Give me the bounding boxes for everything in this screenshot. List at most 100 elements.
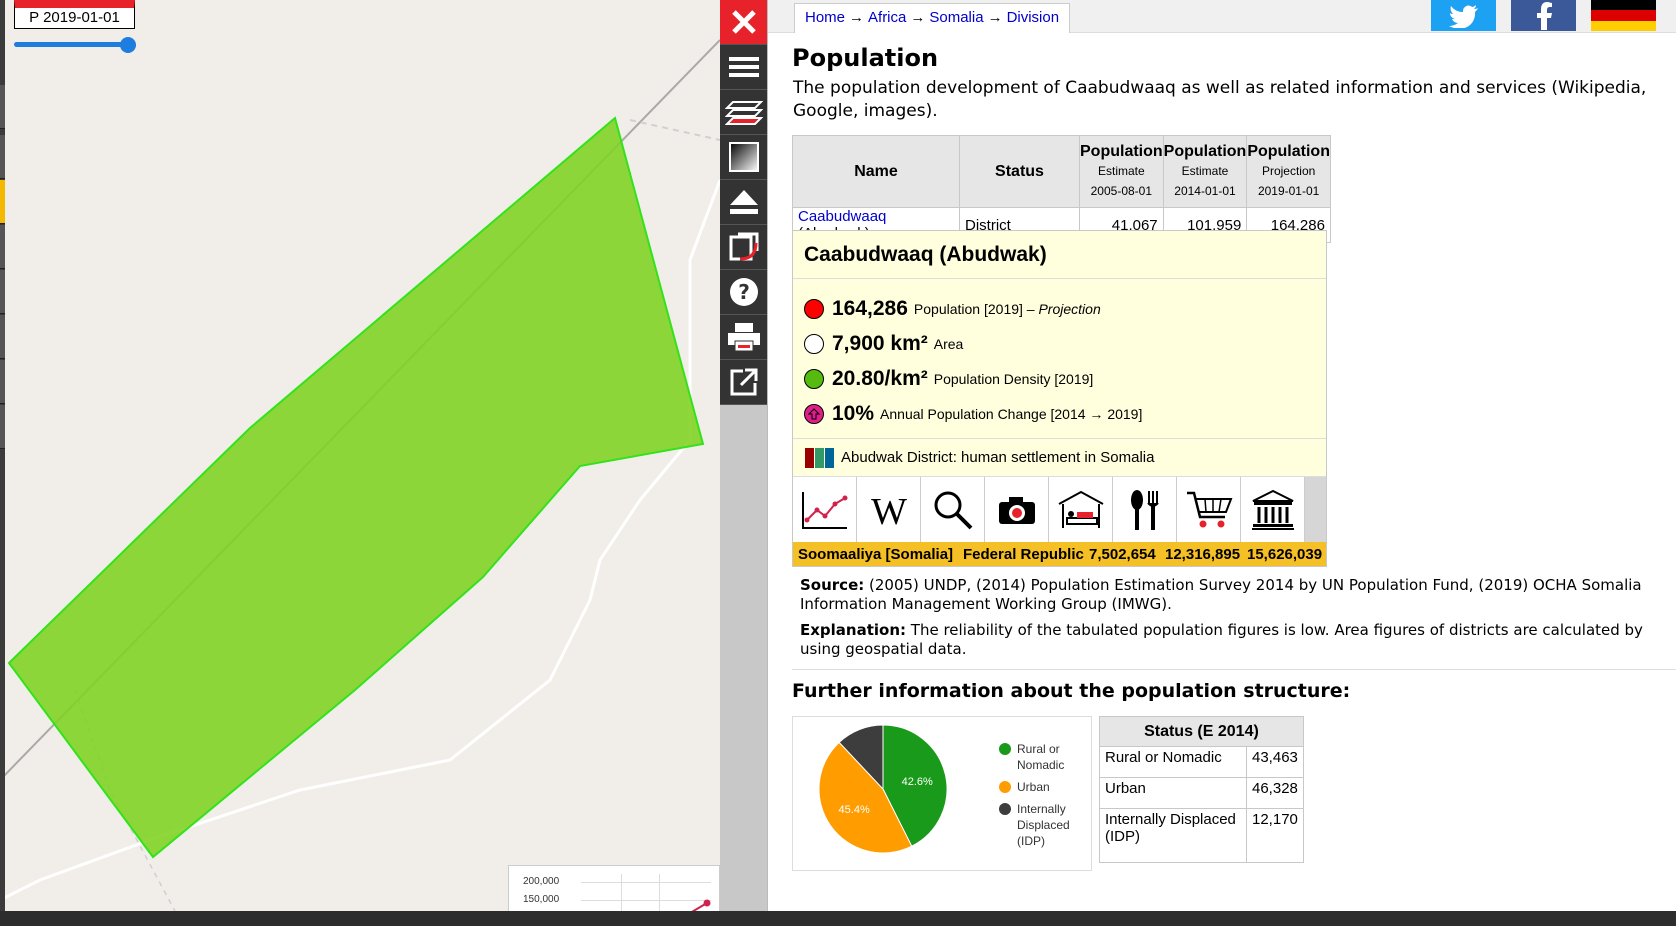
source-text: (2005) UNDP, (2014) Population Estimatio…	[800, 576, 1642, 613]
info-panel: Home → Africa → Somalia → Division Population …	[767, 0, 1676, 911]
page-intro: The population development of Caabudwaaq…	[793, 78, 1647, 121]
country-pop-2014: 12,316,895	[1165, 545, 1241, 563]
stat-label: Area	[933, 335, 964, 352]
close-button[interactable]	[720, 0, 767, 45]
layers-button[interactable]	[720, 90, 767, 135]
restaurants-link[interactable]	[1113, 477, 1177, 542]
google-search-link[interactable]	[921, 477, 985, 542]
legend-item[interactable]: Internally Displaced (IDP)	[999, 801, 1079, 849]
camera-icon	[998, 496, 1035, 524]
contrast-button[interactable]	[720, 135, 767, 180]
source-label: Source:	[800, 576, 865, 594]
border-line	[629, 119, 720, 141]
wikidata-description[interactable]: Abudwak District: human settlement in So…	[793, 439, 1326, 477]
eject-icon	[729, 190, 758, 214]
top-bar: Home → Africa → Somalia → Division	[768, 0, 1676, 33]
col-header-pop-2014: Population Estimate 2014-01-01	[1162, 135, 1248, 208]
stat-change: 10% Annual Population Change [2014 → 201…	[793, 396, 1326, 431]
legend-swatch	[999, 781, 1011, 793]
table-row: Urban 46,328	[1099, 777, 1304, 809]
svg-text:W: W	[871, 491, 907, 530]
chart-legend: Rural or Nomadic Urban Internally Displace…	[999, 741, 1079, 855]
edge-tab[interactable]	[0, 360, 5, 404]
country-pop-2005: 7,502,654	[1089, 545, 1156, 563]
district-link[interactable]: Caabudwaaq	[798, 208, 886, 225]
flag-stripe	[1591, 10, 1656, 21]
density-dot-icon	[804, 368, 824, 389]
breadcrumb-somalia[interactable]: Somalia	[929, 9, 983, 26]
shopping-icon	[1186, 491, 1232, 527]
status-value: 46,328	[1246, 777, 1304, 809]
col-title: Population	[1247, 142, 1330, 160]
help-button[interactable]: ?	[720, 270, 767, 315]
wikipedia-link[interactable]: W	[857, 477, 921, 542]
edge-tab[interactable]	[0, 315, 5, 359]
edge-tab-active[interactable]	[0, 180, 5, 224]
german-language-button[interactable]	[1591, 0, 1656, 31]
stat-label: Population [2019] – Projection	[913, 300, 1101, 317]
pie-slice-label: 45.4%	[839, 804, 870, 816]
edge-tab[interactable]	[0, 225, 5, 269]
menu-button[interactable]	[720, 45, 767, 90]
edge-tab[interactable]	[0, 405, 5, 449]
svg-text:?: ?	[738, 280, 750, 304]
edge-tab[interactable]	[0, 135, 5, 179]
col-header-status: Status	[959, 135, 1080, 208]
museum-icon	[1251, 489, 1294, 530]
edge-tab[interactable]	[0, 270, 5, 314]
hotels-link[interactable]	[1049, 477, 1113, 542]
eject-button[interactable]	[720, 180, 767, 225]
breadcrumb-home[interactable]: Home	[805, 9, 845, 26]
legend-label: Rural or Nomadic	[1017, 742, 1065, 772]
slider-thumb[interactable]	[120, 37, 136, 53]
area-dot-icon	[804, 333, 824, 354]
twitter-button[interactable]	[1431, 0, 1496, 31]
date-slider[interactable]	[14, 37, 136, 53]
legend-item[interactable]: Urban	[999, 779, 1079, 795]
status-header-row: Status (E 2014)	[1099, 716, 1304, 747]
share-button[interactable]	[720, 360, 767, 405]
images-link[interactable]	[985, 477, 1049, 542]
col-kind: Projection	[1261, 163, 1316, 178]
breadcrumb-division[interactable]: Division	[1007, 9, 1060, 26]
edge-tab[interactable]	[0, 85, 5, 129]
share-icon	[730, 368, 757, 396]
print-button[interactable]	[720, 315, 767, 360]
map-canvas[interactable]	[0, 0, 720, 911]
refresh-button[interactable]	[720, 225, 767, 270]
stat-population: 164,286 Population [2019] – Projection	[793, 291, 1326, 326]
legend-label: Urban	[1017, 780, 1050, 794]
breadcrumb-separator: →	[910, 9, 926, 26]
col-header-pop-2005: Population Estimate 2005-08-01	[1079, 135, 1164, 208]
museums-link[interactable]	[1241, 477, 1305, 542]
growth-up-arrow-icon	[804, 403, 824, 424]
legend-item[interactable]: Rural or Nomadic	[999, 741, 1079, 773]
chart-link[interactable]	[793, 477, 857, 542]
book-icon	[805, 447, 835, 468]
table-header-row: Name Status Population Estimate 2005-08-…	[792, 135, 1331, 208]
facebook-button[interactable]	[1511, 0, 1576, 31]
col-date: 2005-08-01	[1090, 183, 1153, 198]
slider-track[interactable]	[14, 42, 130, 47]
population-table: Name Status Population Estimate 2005-08-…	[792, 135, 1331, 243]
stat-value: 7,900 km²	[832, 331, 928, 355]
status-label: Internally Displaced (IDP)	[1099, 808, 1247, 863]
col-kind: Estimate	[1181, 163, 1229, 178]
country-pop-2019: 15,626,039	[1247, 545, 1323, 563]
col-date: 2019-01-01	[1257, 183, 1320, 198]
info-title: Caabudwaaq (Abudwak)	[793, 231, 1326, 279]
contrast-icon	[728, 142, 759, 172]
legend-label: Internally Displaced (IDP)	[1017, 802, 1070, 848]
map-view[interactable]: P 2019-01-01 200,000 150,000	[0, 0, 720, 911]
breadcrumb-africa[interactable]: Africa	[868, 9, 906, 26]
mini-population-chart[interactable]: 200,000 150,000	[508, 865, 720, 911]
breadcrumb-separator: →	[987, 9, 1003, 26]
shopping-link[interactable]	[1177, 477, 1241, 542]
wiki-text: Abudwak District: human settlement in So…	[841, 449, 1155, 466]
district-polygon[interactable]	[7, 116, 705, 859]
bottom-bar	[0, 911, 1676, 926]
explanation-text: The reliability of the tabulated populat…	[800, 621, 1643, 658]
breadcrumb: Home → Africa → Somalia → Division	[794, 3, 1071, 33]
stat-value: 164,286	[832, 296, 908, 320]
country-row[interactable]: Soomaaliya [Somalia] Federal Republic 7,…	[793, 542, 1326, 566]
